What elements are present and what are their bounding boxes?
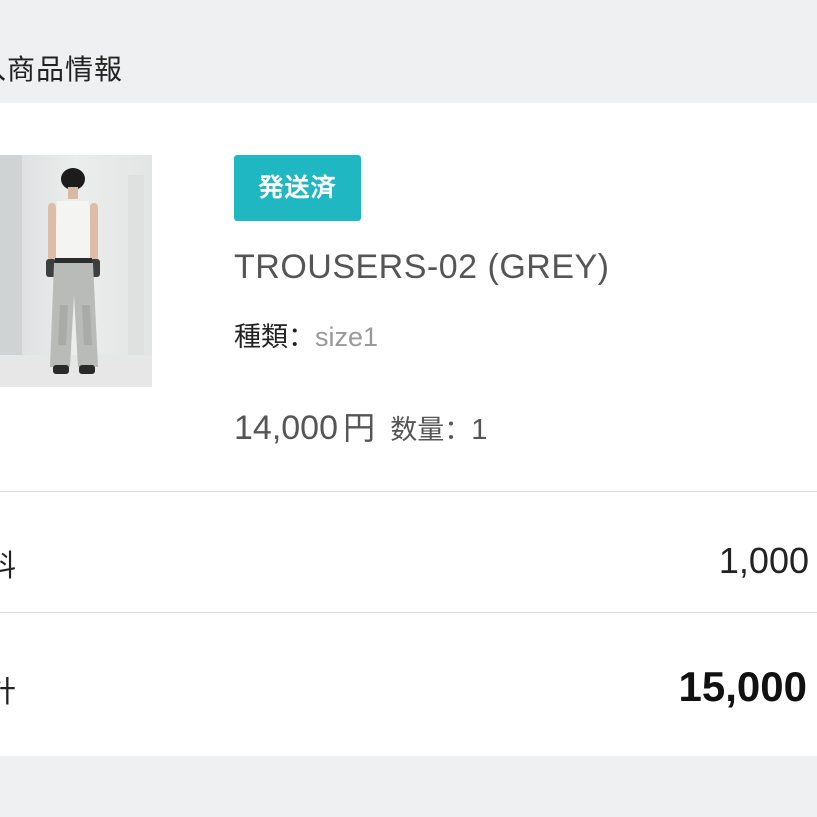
divider: [0, 612, 817, 613]
total-label: 計: [0, 675, 16, 710]
price-row: 14,000 円 数量：1: [234, 403, 487, 449]
product-image[interactable]: [0, 155, 152, 387]
total-value: 15,000: [678, 663, 807, 710]
shipping-label: 料: [0, 549, 16, 584]
variant-row: 種類：size1: [234, 315, 378, 354]
variant-value: size1: [315, 322, 379, 352]
quantity-label: 数量：: [390, 415, 472, 446]
order-items-page: 入商品情報: [0, 0, 817, 817]
status-badge: 発送済: [234, 155, 361, 221]
section-title: 入商品情報: [0, 53, 124, 86]
product-name[interactable]: TROUSERS-02 (GREY): [234, 248, 610, 287]
variant-label: 種類：: [234, 322, 315, 353]
section-header: 入商品情報: [0, 0, 817, 103]
currency-label: 円: [343, 409, 376, 447]
shipping-value: 1,000: [718, 540, 809, 581]
product-photo-illustration: [0, 155, 152, 387]
divider: [0, 491, 817, 492]
price-value: 14,000: [234, 409, 338, 447]
order-item-card: 発送済 TROUSERS-02 (GREY) 種類：size1 14,000 円…: [0, 103, 817, 756]
quantity-value: 1: [471, 414, 488, 446]
